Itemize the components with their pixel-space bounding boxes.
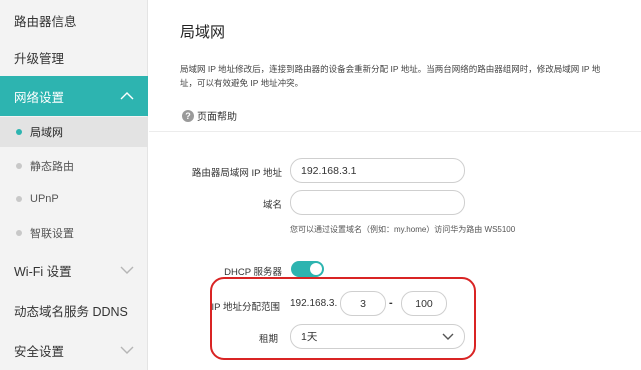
- sidebar-subitem-label: 局域网: [30, 127, 63, 139]
- toggle-knob: [310, 263, 322, 275]
- lan-ip-input[interactable]: 192.168.3.1: [290, 158, 465, 183]
- sidebar-item-label: Wi-Fi 设置: [14, 264, 72, 279]
- chevron-down-icon: [120, 266, 134, 274]
- dhcp-toggle[interactable]: [291, 261, 324, 277]
- divider: [149, 131, 641, 132]
- page-help-link[interactable]: ? 页面帮助: [182, 108, 237, 123]
- sidebar-item-wifi-settings[interactable]: Wi-Fi 设置: [0, 250, 148, 290]
- help-icon: ?: [182, 109, 194, 122]
- page-title: 局域网: [180, 24, 226, 41]
- lan-ip-value: 192.168.3.1: [301, 164, 357, 177]
- highlight-annotation: [210, 277, 476, 360]
- bullet-dot-icon: [16, 196, 22, 202]
- sidebar-subitem-label: 静态路由: [30, 161, 74, 173]
- sidebar-subitem-upnp[interactable]: UPnP: [0, 184, 148, 214]
- main-panel: 局域网 局域网 IP 地址修改后，连接到路由器的设备会重新分配 IP 地址。当两…: [149, 0, 641, 370]
- sidebar-item-upgrade[interactable]: 升级管理: [0, 37, 148, 77]
- sidebar-item-label: 路由器信息: [14, 14, 77, 29]
- sidebar-subitem-label: UPnP: [30, 193, 59, 205]
- sidebar-subitem-static-route[interactable]: 静态路由: [0, 151, 148, 181]
- sidebar-item-network-settings[interactable]: 网络设置: [0, 76, 148, 116]
- sidebar-item-ddns[interactable]: 动态域名服务 DDNS: [0, 290, 148, 330]
- page-description: 局域网 IP 地址修改后，连接到路由器的设备会重新分配 IP 地址。当两台网络的…: [180, 64, 601, 88]
- sidebar-item-label: 安全设置: [14, 344, 65, 359]
- domain-input[interactable]: [290, 190, 465, 215]
- sidebar-subitem-label: 智联设置: [30, 228, 74, 240]
- sidebar-subitem-lan[interactable]: 局域网: [0, 117, 148, 147]
- bullet-dot-icon: [16, 163, 22, 169]
- sidebar-item-label: 升级管理: [14, 51, 65, 66]
- sidebar-subitem-smart-link[interactable]: 智联设置: [0, 218, 148, 248]
- lan-ip-label: 路由器局域网 IP 地址: [191, 168, 282, 179]
- sidebar-item-security[interactable]: 安全设置: [0, 330, 148, 370]
- domain-hint: 您可以通过设置域名（例如：my.home）访问华为路由 WS5100: [290, 225, 516, 234]
- chevron-up-icon: [120, 92, 134, 100]
- sidebar-item-label: 网络设置: [14, 90, 65, 105]
- bullet-dot-icon: [16, 230, 22, 236]
- dhcp-label: DHCP 服务器: [224, 267, 282, 278]
- sidebar: 路由器信息 升级管理 网络设置 局域网 静态路由 UPnP 智联设置 Wi-Fi…: [0, 0, 148, 370]
- page-help-label: 页面帮助: [197, 112, 237, 123]
- chevron-down-icon: [120, 346, 134, 354]
- sidebar-item-router-info[interactable]: 路由器信息: [0, 0, 148, 40]
- domain-label: 域名: [262, 200, 282, 211]
- sidebar-item-label: 动态域名服务 DDNS: [14, 304, 128, 319]
- bullet-dot-icon: [16, 129, 22, 135]
